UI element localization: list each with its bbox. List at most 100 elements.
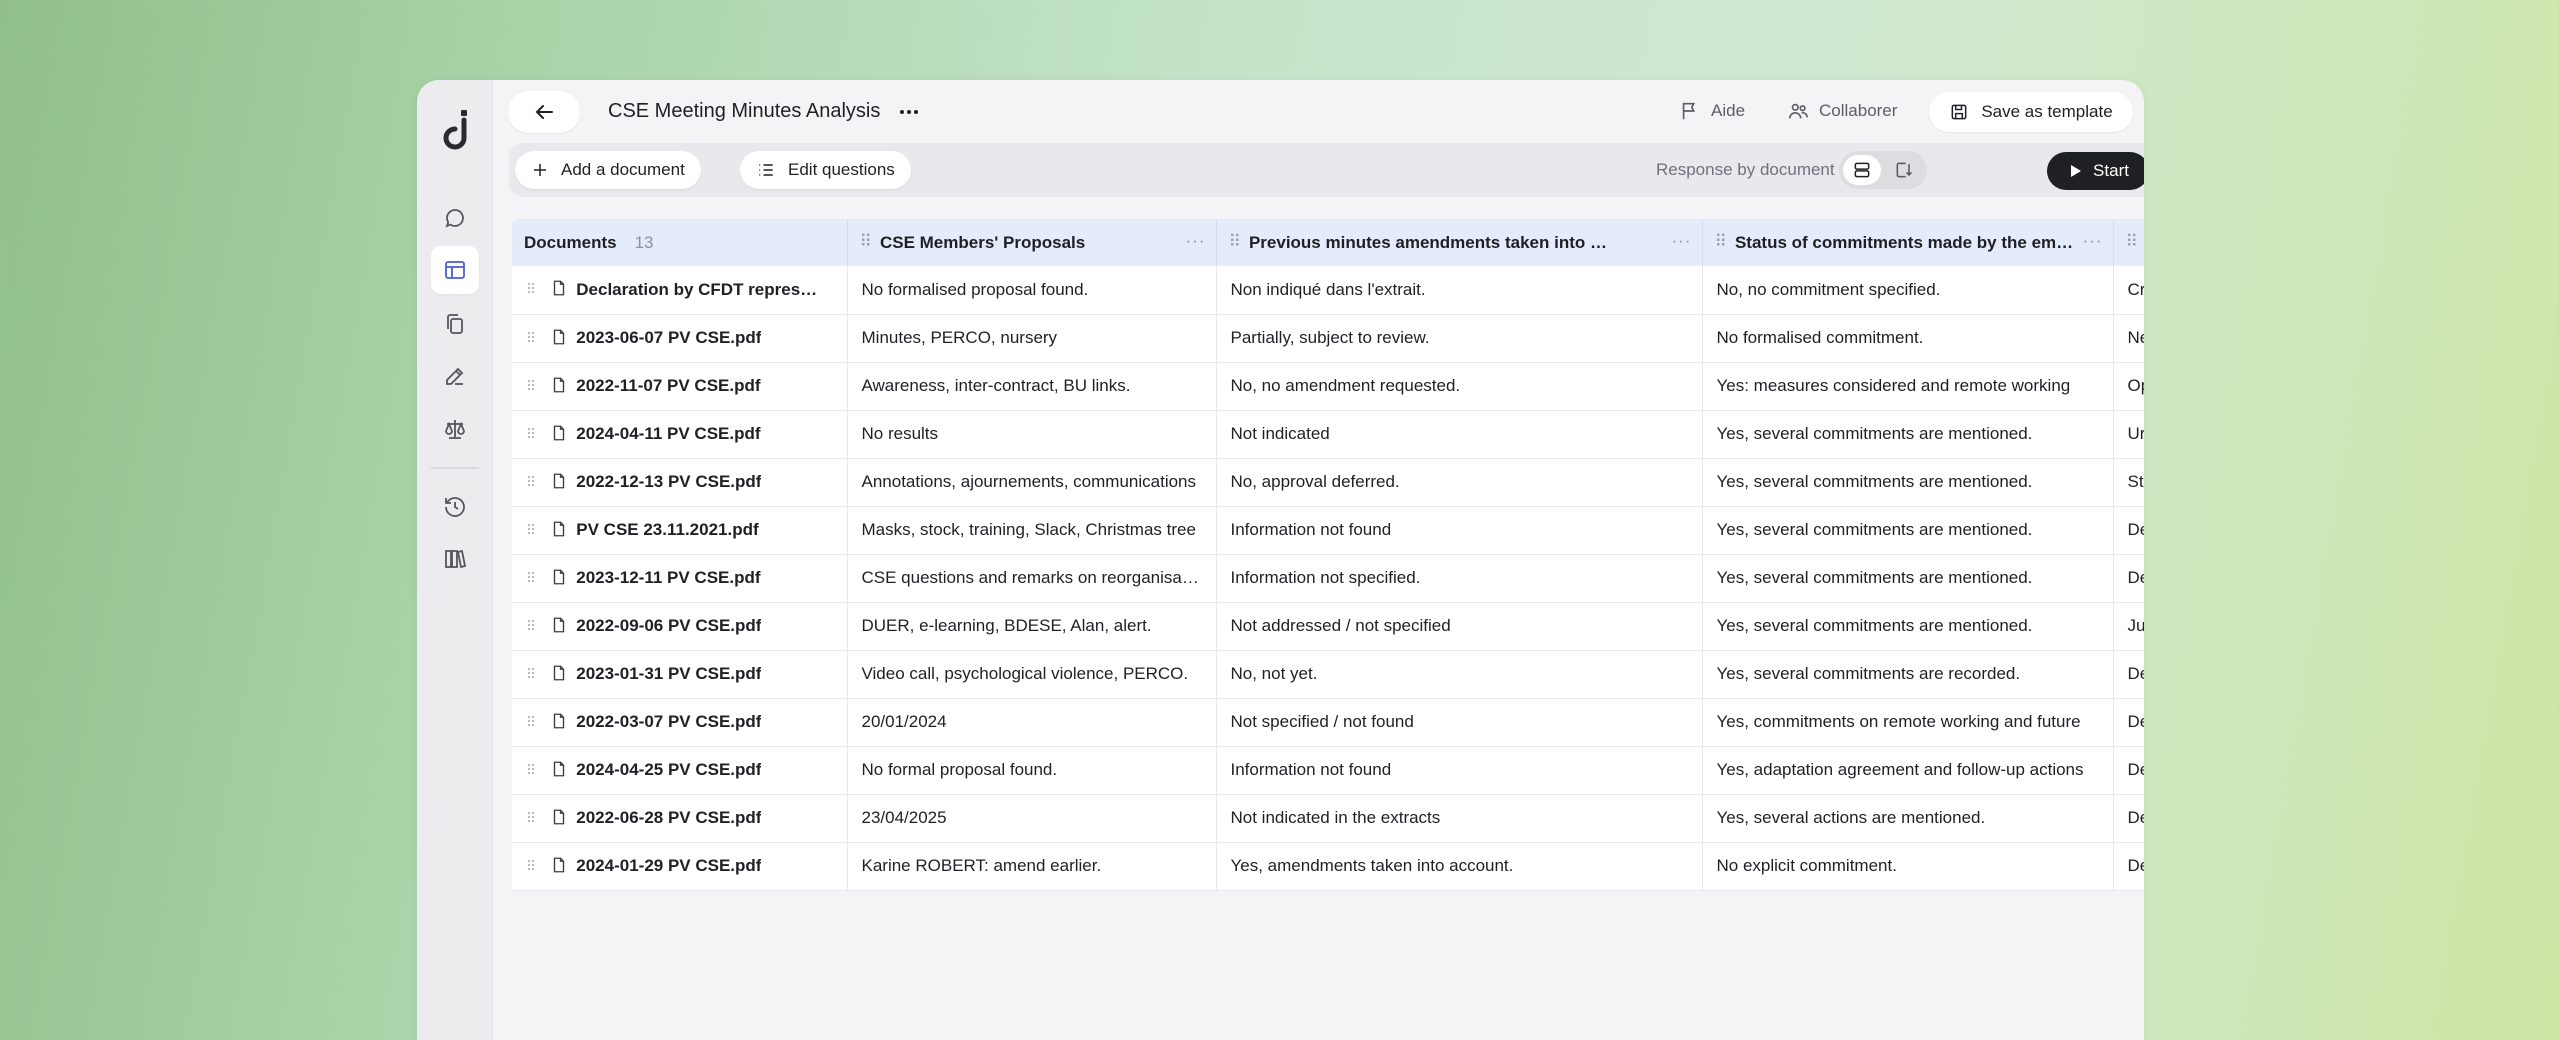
document-cell[interactable]: ⠿ 2022-03-07 PV CSE.pdf [512,698,848,746]
row-drag-handle-icon[interactable]: ⠿ [526,474,536,490]
save-as-template-button[interactable]: Save as template [1929,92,2133,132]
truncated-cell[interactable]: Ju [2113,602,2144,650]
document-cell[interactable]: ⠿ 2022-11-07 PV CSE.pdf [512,362,848,410]
truncated-cell[interactable]: De [2113,842,2144,890]
table-icon[interactable] [431,246,479,294]
truncated-cell[interactable]: De [2113,554,2144,602]
table-row[interactable]: ⠿ PV CSE 23.11.2021.pdf Masks, stock, trai… [512,506,2144,554]
row-drag-handle-icon[interactable]: ⠿ [526,426,536,442]
commitments-cell[interactable]: Yes, commitments on remote working and f… [1702,698,2114,746]
start-button[interactable]: Start [2047,152,2144,190]
amendments-cell[interactable]: Not indicated [1216,410,1703,458]
table-row[interactable]: ⠿ 2022-06-28 PV CSE.pdf 23/04/2025 Not indi… [512,794,2144,842]
proposal-cell[interactable]: Masks, stock, training, Slack, Christmas… [847,506,1217,554]
chat-icon[interactable] [431,194,479,242]
document-cell[interactable]: ⠿ 2022-12-13 PV CSE.pdf [512,458,848,506]
row-drag-handle-icon[interactable]: ⠿ [526,522,536,538]
table-row[interactable]: ⠿ 2022-11-07 PV CSE.pdf Awareness, inter-c… [512,362,2144,410]
truncated-cell[interactable]: Op [2113,362,2144,410]
table-row[interactable]: ⠿ 2023-06-07 PV CSE.pdf Minutes, PERCO, nu… [512,314,2144,362]
commitments-cell[interactable]: No formalised commitment. [1702,314,2114,362]
column-menu-icon[interactable]: ··· [2083,231,2103,251]
amendments-cell[interactable]: Information not specified. [1216,554,1703,602]
amendments-cell[interactable]: Partially, subject to review. [1216,314,1703,362]
table-row[interactable]: ⠿ 2022-09-06 PV CSE.pdf DUER, e-learning, … [512,602,2144,650]
commitments-cell[interactable]: Yes, several commitments are mentioned. [1702,602,2114,650]
table-row[interactable]: ⠿ 2023-01-31 PV CSE.pdf Video call, psycho… [512,650,2144,698]
commitments-cell[interactable]: Yes, several actions are mentioned. [1702,794,2114,842]
drag-handle-icon[interactable]: ⠿ [2126,232,2138,251]
commitments-cell[interactable]: Yes: measures considered and remote work… [1702,362,2114,410]
proposal-cell[interactable]: Minutes, PERCO, nursery [847,314,1217,362]
proposal-cell[interactable]: Video call, psychological violence, PERC… [847,650,1217,698]
truncated-cell[interactable]: Ur [2113,410,2144,458]
commitments-cell[interactable]: Yes, several commitments are mentioned. [1702,506,2114,554]
history-icon[interactable] [431,483,479,531]
amendments-cell[interactable]: Not indicated in the extracts [1216,794,1703,842]
table-row[interactable]: ⠿ 2023-12-11 PV CSE.pdf CSE questions and … [512,554,2144,602]
amendments-cell[interactable]: No, not yet. [1216,650,1703,698]
truncated-cell[interactable]: De [2113,650,2144,698]
column-menu-icon[interactable]: ··· [1672,231,1692,251]
proposal-cell[interactable]: DUER, e-learning, BDESE, Alan, alert. [847,602,1217,650]
proposal-cell[interactable]: Annotations, ajournements, communication… [847,458,1217,506]
column-header[interactable]: ⠿D [2113,219,2144,266]
commitments-cell[interactable]: Yes, adaptation agreement and follow-up … [1702,746,2114,794]
collaborate-link[interactable]: Collaborer [1787,100,1897,122]
row-drag-handle-icon[interactable]: ⠿ [526,281,536,297]
row-drag-handle-icon[interactable]: ⠿ [526,330,536,346]
commitments-cell[interactable]: Yes, several commitments are mentioned. [1702,458,2114,506]
help-link[interactable]: Aide [1679,100,1745,122]
amendments-cell[interactable]: Non indiqué dans l'extrait. [1216,266,1703,314]
document-cell[interactable]: ⠿ 2022-06-28 PV CSE.pdf [512,794,848,842]
documents-column-header[interactable]: Documents 13 [512,219,848,266]
document-cell[interactable]: ⠿ 2024-04-25 PV CSE.pdf [512,746,848,794]
commitments-cell[interactable]: No explicit commitment. [1702,842,2114,890]
add-document-button[interactable]: Add a document [515,151,701,189]
row-drag-handle-icon[interactable]: ⠿ [526,618,536,634]
amendments-cell[interactable]: No, no amendment requested. [1216,362,1703,410]
edit-questions-button[interactable]: Edit questions [740,151,911,189]
proposal-cell[interactable]: No results [847,410,1217,458]
library-icon[interactable] [431,535,479,583]
truncated-cell[interactable]: De [2113,698,2144,746]
truncated-cell[interactable]: De [2113,794,2144,842]
amendments-cell[interactable]: Information not found [1216,746,1703,794]
column-header[interactable]: ⠿ CSE Members' Proposals ··· [847,219,1217,266]
truncated-cell[interactable]: Cr [2113,266,2144,314]
commitments-cell[interactable]: Yes, several commitments are mentioned. [1702,410,2114,458]
column-layout-button[interactable] [1885,155,1923,185]
table-row[interactable]: ⠿ 2024-04-11 PV CSE.pdf No results Not indi… [512,410,2144,458]
rows-layout-button[interactable] [1843,155,1881,185]
proposal-cell[interactable]: No formalised proposal found. [847,266,1217,314]
row-drag-handle-icon[interactable]: ⠿ [526,570,536,586]
column-menu-icon[interactable]: ··· [1186,231,1206,251]
row-drag-handle-icon[interactable]: ⠿ [526,762,536,778]
proposal-cell[interactable]: 20/01/2024 [847,698,1217,746]
table-row[interactable]: ⠿ Declaration by CFDT representatives No f… [512,266,2144,314]
amendments-cell[interactable]: Not specified / not found [1216,698,1703,746]
proposal-cell[interactable]: Awareness, inter-contract, BU links. [847,362,1217,410]
commitments-cell[interactable]: No, no commitment specified. [1702,266,2114,314]
table-row[interactable]: ⠿ 2024-01-29 PV CSE.pdf Karine ROBERT: ame… [512,842,2144,890]
truncated-cell[interactable]: De [2113,506,2144,554]
table-row[interactable]: ⠿ 2024-04-25 PV CSE.pdf No formal proposal… [512,746,2144,794]
back-button[interactable] [508,91,580,133]
proposal-cell[interactable]: 23/04/2025 [847,794,1217,842]
table-row[interactable]: ⠿ 2022-03-07 PV CSE.pdf 20/01/2024 Not spec… [512,698,2144,746]
row-drag-handle-icon[interactable]: ⠿ [526,666,536,682]
row-drag-handle-icon[interactable]: ⠿ [526,858,536,874]
column-header[interactable]: ⠿ Status of commitments made by the emplo… [1702,219,2114,266]
commitments-cell[interactable]: Yes, several commitments are recorded. [1702,650,2114,698]
drag-handle-icon[interactable]: ⠿ [1229,232,1241,251]
amendments-cell[interactable]: Information not found [1216,506,1703,554]
document-cell[interactable]: ⠿ 2023-06-07 PV CSE.pdf [512,314,848,362]
amendments-cell[interactable]: No, approval deferred. [1216,458,1703,506]
amendments-cell[interactable]: Not addressed / not specified [1216,602,1703,650]
row-drag-handle-icon[interactable]: ⠿ [526,714,536,730]
document-cell[interactable]: ⠿ 2023-01-31 PV CSE.pdf [512,650,848,698]
truncated-cell[interactable]: De [2113,746,2144,794]
document-cell[interactable]: ⠿ PV CSE 23.11.2021.pdf [512,506,848,554]
truncated-cell[interactable]: St [2113,458,2144,506]
drag-handle-icon[interactable]: ⠿ [1715,232,1727,251]
